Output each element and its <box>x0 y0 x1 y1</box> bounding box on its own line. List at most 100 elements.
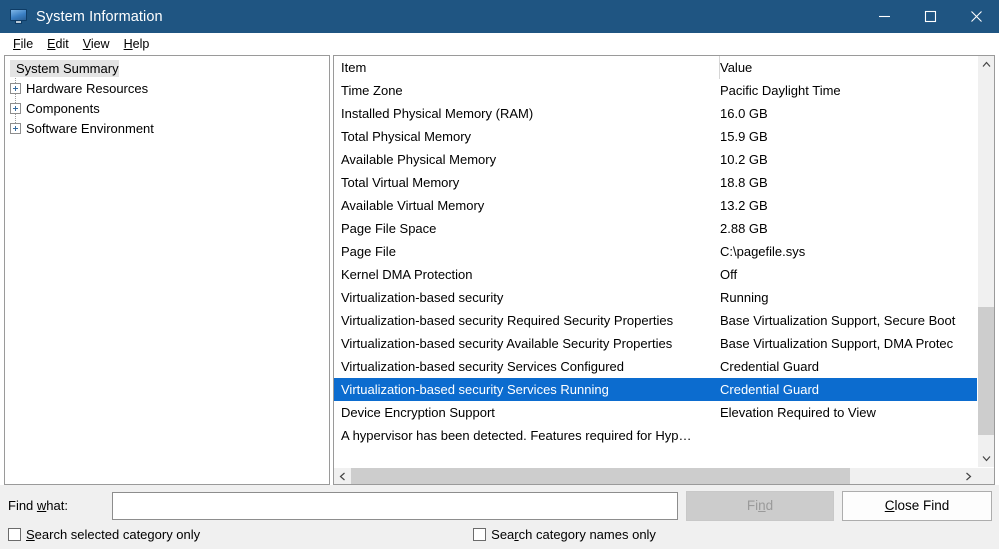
cell-item: Total Virtual Memory <box>341 175 460 190</box>
main-content: System Summary Hardware Resources Compon… <box>0 55 999 485</box>
scroll-up-button[interactable] <box>978 56 994 73</box>
cell-value: Pacific Daylight Time <box>720 83 841 98</box>
tree-item-system-summary[interactable]: System Summary <box>10 60 119 77</box>
column-divider[interactable] <box>719 56 720 79</box>
list-header-row[interactable]: Item Value <box>334 56 977 79</box>
table-row[interactable]: Available Virtual Memory 13.2 GB <box>334 194 977 217</box>
scroll-right-button[interactable] <box>960 468 977 484</box>
computer-monitor-icon <box>10 9 27 24</box>
cell-item: Device Encryption Support <box>341 405 495 420</box>
table-row[interactable]: Device Encryption Support Elevation Requi… <box>334 401 977 424</box>
scrollbar-corner <box>977 468 994 484</box>
table-row[interactable]: Kernel DMA Protection Off <box>334 263 977 286</box>
table-row[interactable]: Virtualization-based security Available … <box>334 332 977 355</box>
table-row[interactable]: Virtualization-based security Running <box>334 286 977 309</box>
plus-expander-icon[interactable] <box>10 122 21 134</box>
search-selected-category-checkbox-group[interactable]: Search selected category only <box>8 527 200 542</box>
table-row[interactable]: Total Physical Memory 15.9 GB <box>334 125 977 148</box>
window-controls <box>861 0 999 33</box>
menu-bar: File Edit View Help <box>0 33 999 55</box>
tree-item-software-environment[interactable]: Software Environment <box>5 118 329 138</box>
menu-edit[interactable]: Edit <box>40 35 76 53</box>
column-header-value[interactable]: Value <box>719 60 977 75</box>
find-button[interactable]: Find <box>686 490 834 521</box>
tree-item-components[interactable]: Components <box>5 98 329 118</box>
close-button[interactable] <box>953 0 999 33</box>
table-row[interactable]: Total Virtual Memory 18.8 GB <box>334 171 977 194</box>
horizontal-scrollbar[interactable] <box>334 467 994 484</box>
cell-value: 2.88 GB <box>720 221 768 236</box>
scroll-down-button[interactable] <box>978 450 994 467</box>
table-row[interactable]: Available Physical Memory 10.2 GB <box>334 148 977 171</box>
cell-item: Page File <box>341 244 396 259</box>
chevron-up-icon <box>982 61 990 67</box>
cell-value: 10.2 GB <box>720 152 768 167</box>
chevron-right-icon <box>966 472 972 480</box>
cell-value: Base Virtualization Support, Secure Boot <box>720 313 956 328</box>
minimize-button[interactable] <box>861 0 907 33</box>
vertical-scroll-thumb[interactable] <box>978 306 994 435</box>
menu-file[interactable]: File <box>6 35 40 53</box>
horizontal-scroll-thumb[interactable] <box>351 468 851 484</box>
cell-item: Page File Space <box>341 221 437 236</box>
scroll-left-button[interactable] <box>334 468 351 484</box>
tree-item-label: Components <box>26 100 100 116</box>
vertical-scroll-track[interactable] <box>978 73 994 450</box>
cell-item: Available Physical Memory <box>341 152 497 167</box>
tree-item-hardware-resources[interactable]: Hardware Resources <box>5 78 329 98</box>
table-row[interactable]: Page File C:\pagefile.sys <box>334 240 977 263</box>
tree-item-label: Hardware Resources <box>26 80 149 96</box>
find-bar: Find what: Find Close Find Search select… <box>0 485 999 549</box>
search-selected-category-checkbox[interactable] <box>8 527 21 541</box>
find-label-text: Find what: <box>8 498 68 513</box>
cell-value: 16.0 GB <box>720 106 768 121</box>
cell-item: Installed Physical Memory (RAM) <box>341 106 534 121</box>
cell-value: Elevation Required to View <box>720 405 876 420</box>
column-header-item[interactable]: Item <box>334 60 719 75</box>
cell-value: 13.2 GB <box>720 198 768 213</box>
window-title: System Information <box>36 8 163 25</box>
details-list-panel: Item Value Time Zone Pacific Daylight Tim… <box>333 55 995 485</box>
find-input[interactable] <box>112 491 678 520</box>
cell-item: Total Physical Memory <box>341 129 472 144</box>
search-category-names-checkbox-group[interactable]: Search category names only <box>473 527 656 542</box>
table-row[interactable]: Virtualization-based security Services R… <box>334 378 977 401</box>
cell-value: Running <box>720 290 769 305</box>
menu-help[interactable]: Help <box>117 35 157 53</box>
cell-value: 15.9 GB <box>720 129 768 144</box>
chevron-left-icon <box>339 472 345 480</box>
category-tree-panel[interactable]: System Summary Hardware Resources Compon… <box>4 55 330 485</box>
cell-item: Kernel DMA Protection <box>341 267 473 282</box>
chevron-down-icon <box>982 456 990 462</box>
cell-item: Virtualization-based security Services R… <box>341 382 609 397</box>
cell-item: Virtualization-based security Available … <box>341 336 673 351</box>
table-row[interactable]: A hypervisor has been detected. Features… <box>334 424 977 447</box>
find-what-label: Find what: <box>4 498 112 513</box>
horizontal-scroll-track[interactable] <box>351 468 960 484</box>
plus-expander-icon[interactable] <box>10 102 21 114</box>
table-row[interactable]: Virtualization-based security Required S… <box>334 309 977 332</box>
find-button-label: Find <box>746 498 774 513</box>
maximize-icon <box>924 10 936 23</box>
menu-view[interactable]: View <box>76 35 117 53</box>
cell-item: Time Zone <box>341 83 403 98</box>
cell-item: Available Virtual Memory <box>341 198 485 213</box>
close-find-button[interactable]: Close Find <box>842 490 992 521</box>
cell-item: Virtualization-based security Services C… <box>341 359 625 374</box>
close-find-button-label: Close Find <box>884 498 950 513</box>
cell-value: Off <box>720 267 738 282</box>
cell-value: Credential Guard <box>720 382 819 397</box>
cell-item: A hypervisor has been detected. Features… <box>341 428 692 443</box>
search-category-names-checkbox[interactable] <box>473 527 487 541</box>
vertical-scrollbar[interactable] <box>977 56 994 467</box>
table-row[interactable]: Virtualization-based security Services C… <box>334 355 977 378</box>
cell-value: 18.8 GB <box>720 175 768 190</box>
tree-children: Hardware Resources Components Software E… <box>5 78 329 138</box>
table-row[interactable]: Page File Space 2.88 GB <box>334 217 977 240</box>
maximize-button[interactable] <box>907 0 953 33</box>
table-row[interactable]: Time Zone Pacific Daylight Time <box>334 79 977 102</box>
close-icon <box>970 11 982 22</box>
table-row[interactable]: Installed Physical Memory (RAM) 16.0 GB <box>334 102 977 125</box>
details-list[interactable]: Item Value Time Zone Pacific Daylight Tim… <box>334 56 977 467</box>
plus-expander-icon[interactable] <box>10 82 21 94</box>
